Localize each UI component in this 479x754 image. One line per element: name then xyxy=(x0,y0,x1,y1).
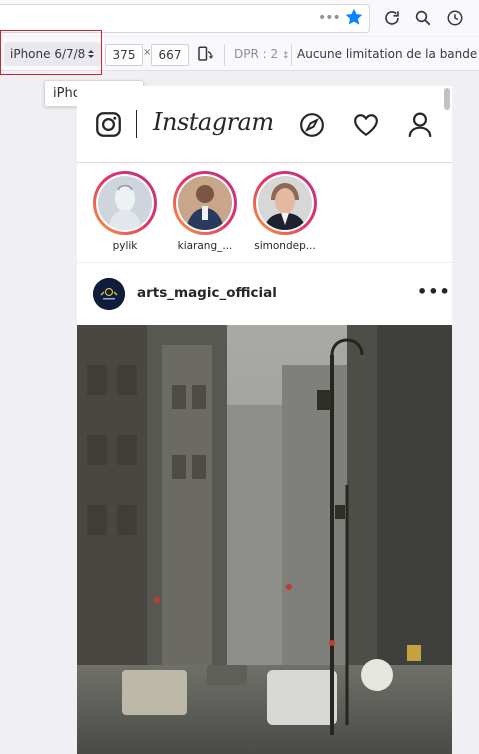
bookmark-star-icon[interactable] xyxy=(344,7,364,27)
viewport-width-input[interactable]: 375 xyxy=(105,44,143,66)
story-item[interactable]: simondep... xyxy=(253,171,317,252)
toolbar-divider xyxy=(224,44,225,66)
device-selector[interactable]: iPhone 6/7/8 xyxy=(4,42,102,66)
avatar xyxy=(98,176,152,230)
story-item[interactable]: pylik xyxy=(93,171,157,252)
page-actions-icon[interactable]: ••• xyxy=(318,10,341,26)
responsive-design-toolbar: iPhone 6/7/8 375 × 667 DPR : 2 ↕ Aucune … xyxy=(0,37,479,71)
rotate-viewport-icon[interactable] xyxy=(196,45,214,63)
scrollbar-thumb[interactable] xyxy=(444,88,450,110)
device-selector-label: iPhone 6/7/8 xyxy=(10,47,86,61)
activity-heart-icon[interactable] xyxy=(353,113,379,137)
explore-icon[interactable] xyxy=(299,112,325,138)
profile-icon[interactable] xyxy=(408,112,432,138)
post-username[interactable]: arts_magic_official xyxy=(137,285,277,301)
post-avatar[interactable] xyxy=(93,278,125,310)
browser-toolbar: ••• xyxy=(0,0,479,36)
updown-icon xyxy=(88,50,95,58)
story-username: kiarang_... xyxy=(177,240,233,252)
stories-tray: pylik kiarang_... simondep... xyxy=(77,163,452,263)
search-icon[interactable] xyxy=(414,9,432,27)
reload-icon[interactable] xyxy=(383,9,401,27)
updown-icon: ↕ xyxy=(281,51,290,61)
viewport-height-input[interactable]: 667 xyxy=(151,44,189,66)
dpr-label: DPR : 2 xyxy=(234,47,279,61)
url-field[interactable] xyxy=(0,4,370,33)
story-username: pylik xyxy=(112,240,138,252)
network-throttling-selector[interactable]: Aucune limitation de la bande passante xyxy=(297,47,479,61)
history-icon[interactable] xyxy=(446,9,464,27)
avatar xyxy=(258,176,312,230)
device-viewport: Instagram pylik kiarang_... simondep... … xyxy=(77,86,452,754)
avatar xyxy=(178,176,232,230)
post-image[interactable] xyxy=(77,325,452,754)
toolbar-divider xyxy=(291,44,292,66)
dpr-selector[interactable]: DPR : 2 ↕ xyxy=(234,47,290,61)
logo-divider xyxy=(136,110,137,138)
story-username: simondep... xyxy=(254,240,316,252)
instagram-wordmark[interactable]: Instagram xyxy=(153,108,274,136)
post-header: arts_magic_official ••• xyxy=(77,264,452,324)
instagram-header: Instagram xyxy=(77,86,452,163)
instagram-camera-icon[interactable] xyxy=(95,111,122,138)
more-options-icon[interactable]: ••• xyxy=(417,282,451,301)
story-item[interactable]: kiarang_... xyxy=(173,171,237,252)
